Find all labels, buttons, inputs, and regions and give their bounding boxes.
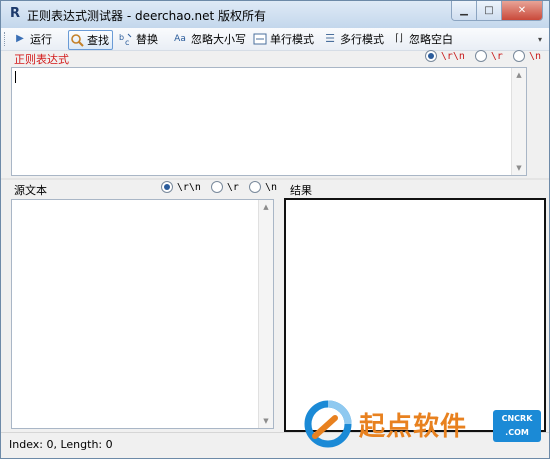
single-line-icon xyxy=(253,32,267,46)
scroll-up-icon[interactable]: ▲ xyxy=(259,200,273,214)
source-newline-crlf-radio[interactable]: \r\n xyxy=(160,181,201,193)
ignore-case-label: 忽略大小写 xyxy=(191,33,246,46)
run-button[interactable]: ▶ 运行 xyxy=(13,30,52,48)
radio-unchecked-icon xyxy=(474,50,487,62)
result-header: 结果 xyxy=(285,180,543,197)
radio-unchecked-icon xyxy=(210,181,223,193)
regex-input[interactable]: ▲ ▼ xyxy=(11,67,527,176)
regex-newline-options: \r\n \r \n xyxy=(415,50,541,62)
radio-checked-icon xyxy=(160,181,173,193)
watermark-logo-icon xyxy=(304,400,352,448)
regex-newline-lf-radio[interactable]: \n xyxy=(512,50,541,62)
source-newline-options: \r\n \r \n xyxy=(151,181,277,193)
toolbar: ▶ 运行 查找 bc 替换 Aa 忽略大小写 单行模式 ☰ 多行模式 ⌈⌋ 忽略… xyxy=(1,28,549,51)
run-icon: ▶ xyxy=(16,33,24,44)
source-newline-cr-label: \r xyxy=(226,181,239,193)
regex-newline-lf-label: \n xyxy=(528,50,541,62)
source-newline-cr-radio[interactable]: \r xyxy=(210,181,239,193)
ignore-case-toggle[interactable]: Aa 忽略大小写 xyxy=(172,30,246,48)
scroll-down-icon[interactable]: ▼ xyxy=(259,414,273,428)
source-header: 源文本 \r\n \r \n xyxy=(9,180,279,197)
replace-icon: bc xyxy=(119,32,133,47)
regex-newline-cr-radio[interactable]: \r xyxy=(474,50,503,62)
source-newline-lf-label: \n xyxy=(264,181,277,193)
ignore-whitespace-toggle[interactable]: ⌈⌋ 忽略空白 xyxy=(392,30,453,48)
replace-button[interactable]: bc 替换 xyxy=(119,30,158,48)
ignore-whitespace-label: 忽略空白 xyxy=(409,33,453,46)
result-label: 结果 xyxy=(290,184,312,197)
text-caret xyxy=(15,71,16,83)
source-label: 源文本 xyxy=(14,184,47,197)
scroll-up-icon[interactable]: ▲ xyxy=(512,68,526,82)
minimize-button[interactable]: ▁ xyxy=(452,1,477,20)
find-icon xyxy=(70,33,84,47)
watermark-badge-line1: CNCRK xyxy=(501,414,533,423)
title-bar[interactable]: R 正则表达式测试器 - deerchao.net 版权所有 ▁ □ ✕ xyxy=(1,1,549,28)
regex-newline-crlf-label: \r\n xyxy=(440,50,465,62)
regex-scrollbar[interactable]: ▲ ▼ xyxy=(511,68,526,175)
watermark-badge-line2: .COM xyxy=(505,428,529,437)
multi-line-label: 多行模式 xyxy=(340,33,384,46)
watermark-badge: CNCRK .COM xyxy=(493,410,541,442)
regex-header: 正则表达式 \r\n \r \n xyxy=(9,50,543,66)
source-scrollbar[interactable]: ▲ ▼ xyxy=(258,200,273,428)
close-button[interactable]: ✕ xyxy=(502,1,542,20)
watermark-text: 起点软件 xyxy=(359,412,468,442)
svg-text:b: b xyxy=(119,33,124,42)
svg-text:c: c xyxy=(125,38,129,46)
toolbar-grip[interactable] xyxy=(4,32,8,46)
maximize-button[interactable]: □ xyxy=(477,1,502,20)
radio-unchecked-icon xyxy=(248,181,261,193)
app-icon: R xyxy=(9,6,20,21)
source-newline-crlf-label: \r\n xyxy=(176,181,201,193)
regex-label: 正则表达式 xyxy=(14,53,69,66)
watermark: 起点软件 CNCRK .COM xyxy=(301,396,549,456)
ignore-whitespace-icon: ⌈⌋ xyxy=(395,33,403,44)
multi-line-toggle[interactable]: ☰ 多行模式 xyxy=(323,30,384,48)
regex-newline-crlf-radio[interactable]: \r\n xyxy=(424,50,465,62)
status-text: Index: 0, Length: 0 xyxy=(9,438,113,451)
regex-newline-cr-label: \r xyxy=(490,50,503,62)
source-newline-lf-radio[interactable]: \n xyxy=(248,181,277,193)
radio-checked-icon xyxy=(424,50,437,62)
run-label: 运行 xyxy=(30,33,52,46)
radio-unchecked-icon xyxy=(512,50,525,62)
scroll-down-icon[interactable]: ▼ xyxy=(512,161,526,175)
window-title: 正则表达式测试器 - deerchao.net 版权所有 xyxy=(27,9,267,23)
find-button[interactable]: 查找 xyxy=(68,30,113,50)
find-label: 查找 xyxy=(87,34,109,47)
multi-line-icon: ☰ xyxy=(325,32,335,45)
single-line-toggle[interactable]: 单行模式 xyxy=(253,30,314,48)
toolbar-overflow-icon[interactable]: ▾ xyxy=(538,36,545,44)
ignore-case-icon: Aa xyxy=(174,34,186,44)
app-window: R 正则表达式测试器 - deerchao.net 版权所有 ▁ □ ✕ ▶ 运… xyxy=(0,0,550,459)
single-line-label: 单行模式 xyxy=(270,33,314,46)
source-input[interactable]: ▲ ▼ xyxy=(11,199,274,429)
window-controls: ▁ □ ✕ xyxy=(451,1,543,21)
replace-label: 替换 xyxy=(136,33,158,46)
